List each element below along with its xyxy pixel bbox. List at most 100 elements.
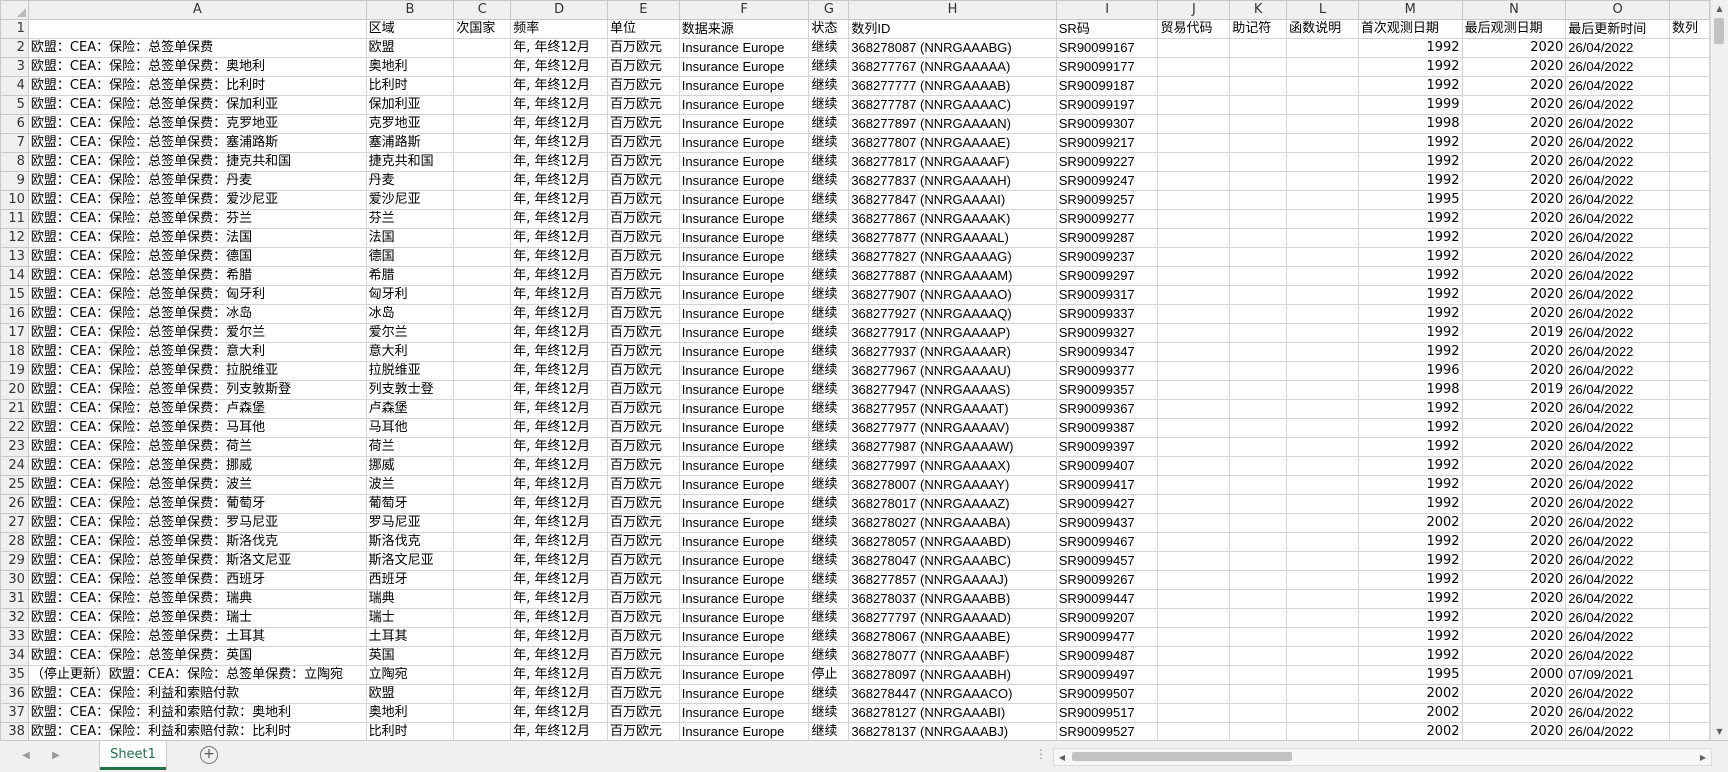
cell-e[interactable]: 百万欧元 (606, 133, 680, 153)
cell-f[interactable]: Insurance Europe (678, 494, 810, 514)
row-header[interactable]: 5 (0, 95, 29, 115)
cell-e[interactable]: 百万欧元 (606, 703, 680, 723)
cell-c[interactable] (453, 95, 512, 115)
cell-g[interactable]: 继续 (808, 228, 850, 248)
cell-b[interactable]: 瑞士 (365, 608, 455, 628)
cell-c[interactable] (453, 570, 512, 590)
cell-g[interactable]: 继续 (808, 418, 850, 438)
cell-d[interactable]: 年, 年终12月 (510, 456, 608, 476)
cell-o[interactable]: 26/04/2022 (1565, 418, 1670, 438)
cell-h[interactable]: 368277967 (NNRGAAAAU) (848, 361, 1057, 381)
cell-n[interactable]: 2000 (1461, 665, 1567, 685)
row-header[interactable]: 27 (0, 513, 29, 533)
cell-a[interactable]: 欧盟：CEA：保险：总签单保费：爱沙尼亚 (27, 190, 367, 210)
cell-l[interactable] (1286, 475, 1359, 495)
cell-f[interactable]: Insurance Europe (678, 152, 810, 172)
cell-d[interactable]: 年, 年终12月 (510, 38, 608, 58)
cell-a[interactable]: 欧盟：CEA：保险：总签单保费：英国 (27, 646, 367, 666)
column-header[interactable] (1668, 0, 1710, 20)
cell-k[interactable] (1229, 342, 1288, 362)
cell-b[interactable]: 冰岛 (365, 304, 455, 324)
cell-j[interactable] (1157, 342, 1231, 362)
cell-g[interactable]: 继续 (808, 266, 850, 286)
cell-o[interactable]: 26/04/2022 (1565, 437, 1670, 457)
cell-p[interactable] (1668, 152, 1710, 172)
cell-a[interactable]: 欧盟：CEA：保险：总签单保费：芬兰 (27, 209, 367, 229)
cell-a[interactable]: 欧盟：CEA：保险：总签单保费：斯洛伐克 (27, 532, 367, 552)
cell-n[interactable]: 2020 (1461, 361, 1567, 381)
cell-m[interactable]: 1992 (1357, 38, 1463, 58)
cell-d[interactable]: 年, 年终12月 (510, 589, 608, 609)
cell-n[interactable]: 2020 (1461, 418, 1567, 438)
cell-i[interactable]: SR90099237 (1055, 247, 1159, 267)
cell-j[interactable] (1157, 209, 1231, 229)
cell-h[interactable]: 368277977 (NNRGAAAAV) (848, 418, 1057, 438)
cell-b[interactable]: 匈牙利 (365, 285, 455, 305)
cell-k[interactable] (1229, 171, 1288, 191)
row-header[interactable]: 36 (0, 684, 29, 704)
cell-g[interactable]: 继续 (808, 190, 850, 210)
cell-f[interactable]: Insurance Europe (678, 228, 810, 248)
cell-l[interactable] (1286, 722, 1359, 740)
cell-n[interactable]: 2019 (1461, 380, 1567, 400)
cell-j[interactable] (1157, 551, 1231, 571)
cell-o[interactable]: 26/04/2022 (1565, 399, 1670, 419)
cell-a[interactable]: （停止更新）欧盟：CEA：保险：总签单保费：立陶宛 (27, 665, 367, 685)
cell-b[interactable]: 斯洛伐克 (365, 532, 455, 552)
cell-f[interactable]: Insurance Europe (678, 475, 810, 495)
cell-n[interactable]: 2020 (1461, 190, 1567, 210)
cell-n[interactable]: 2020 (1461, 703, 1567, 723)
cell-c[interactable] (453, 152, 512, 172)
row-header[interactable]: 32 (0, 608, 29, 628)
cell-m[interactable]: 1992 (1357, 57, 1463, 77)
cell-c[interactable]: 次国家 (453, 19, 512, 39)
cell-p[interactable] (1668, 418, 1710, 438)
cell-l[interactable] (1286, 399, 1359, 419)
cell-k[interactable] (1229, 722, 1288, 740)
cell-n[interactable]: 2020 (1461, 399, 1567, 419)
cell-m[interactable]: 1992 (1357, 399, 1463, 419)
row-header[interactable]: 1 (0, 19, 29, 39)
cell-g[interactable]: 继续 (808, 380, 850, 400)
cell-j[interactable] (1157, 627, 1231, 647)
cell-a[interactable]: 欧盟：CEA：保险：总签单保费：挪威 (27, 456, 367, 476)
row-header[interactable]: 12 (0, 228, 29, 248)
cell-j[interactable] (1157, 361, 1231, 381)
cell-n[interactable]: 2020 (1461, 285, 1567, 305)
cell-l[interactable]: 函数说明 (1286, 19, 1359, 39)
cell-f[interactable]: Insurance Europe (678, 76, 810, 96)
cell-m[interactable]: 1992 (1357, 551, 1463, 571)
cell-m[interactable]: 1992 (1357, 152, 1463, 172)
cell-m[interactable]: 1992 (1357, 228, 1463, 248)
cell-p[interactable] (1668, 228, 1710, 248)
cell-h[interactable]: 368278047 (NNRGAAABC) (848, 551, 1057, 571)
cell-k[interactable] (1229, 627, 1288, 647)
row-header[interactable]: 11 (0, 209, 29, 229)
cell-o[interactable]: 26/04/2022 (1565, 646, 1670, 666)
cell-b[interactable]: 列支敦士登 (365, 380, 455, 400)
cell-n[interactable]: 2020 (1461, 456, 1567, 476)
row-header[interactable]: 21 (0, 399, 29, 419)
cell-b[interactable]: 比利时 (365, 76, 455, 96)
cell-l[interactable] (1286, 456, 1359, 476)
cell-h[interactable]: 368277767 (NNRGAAAAA) (848, 57, 1057, 77)
cell-l[interactable] (1286, 247, 1359, 267)
cell-p[interactable] (1668, 456, 1710, 476)
cell-f[interactable]: Insurance Europe (678, 57, 810, 77)
cell-a[interactable]: 欧盟：CEA：保险：总签单保费：匈牙利 (27, 285, 367, 305)
cell-c[interactable] (453, 190, 512, 210)
cell-a[interactable]: 欧盟：CEA：保险：总签单保费：荷兰 (27, 437, 367, 457)
cell-a[interactable]: 欧盟：CEA：保险：总签单保费：保加利亚 (27, 95, 367, 115)
cell-e[interactable]: 百万欧元 (606, 95, 680, 115)
cell-e[interactable]: 百万欧元 (606, 608, 680, 628)
cell-n[interactable]: 2020 (1461, 95, 1567, 115)
cell-g[interactable]: 继续 (808, 551, 850, 571)
cell-l[interactable] (1286, 494, 1359, 514)
cell-k[interactable] (1229, 475, 1288, 495)
cell-e[interactable]: 百万欧元 (606, 76, 680, 96)
cell-b[interactable]: 爱尔兰 (365, 323, 455, 343)
cell-l[interactable] (1286, 76, 1359, 96)
row-header[interactable]: 26 (0, 494, 29, 514)
cell-m[interactable]: 1992 (1357, 627, 1463, 647)
cell-j[interactable] (1157, 646, 1231, 666)
